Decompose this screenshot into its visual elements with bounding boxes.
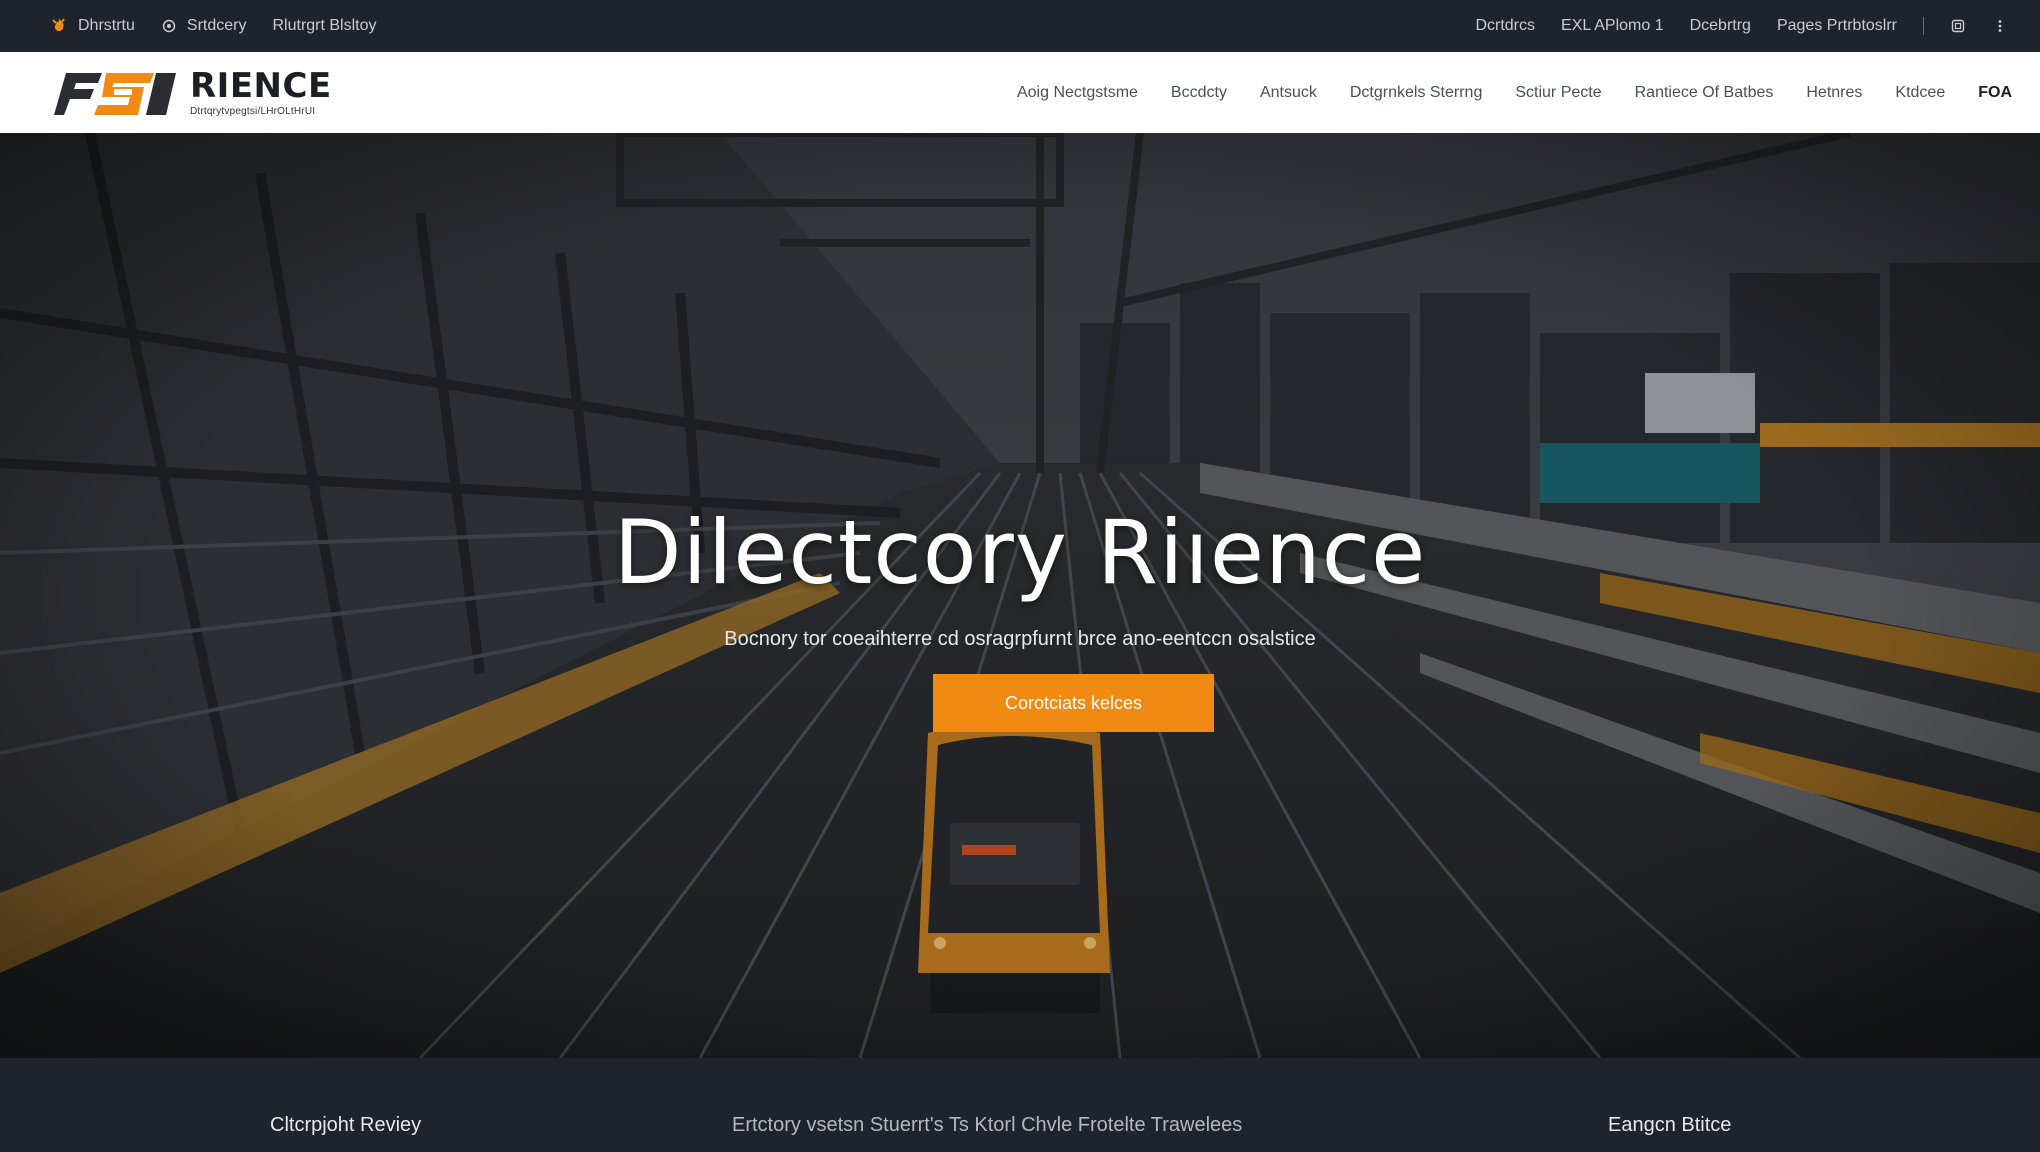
hero-cta-button[interactable]: Corotciats kelces xyxy=(933,674,1214,732)
utility-right-link-1[interactable]: Dcrtdrcs xyxy=(1475,17,1535,35)
footer-strip: Cltcrpjoht Reviey Ertctory vsetsn Stuerr… xyxy=(0,1058,2040,1152)
utility-link-1[interactable]: Dhrstrtu xyxy=(50,17,135,35)
hero-subtitle: Bocnory tor coeaihterre cd osragrpfurnt … xyxy=(724,628,1316,650)
logo-tagline: Dtrtqrytvpegtsi/LHrOLtHrUI xyxy=(190,105,316,117)
utility-left: Dhrstrtu Srtdcery Rlutrgrt Blsltoy xyxy=(50,17,377,35)
footer-link-3[interactable]: Eangcn Btitce xyxy=(1608,1114,1731,1137)
utility-link-label: Srtdcery xyxy=(186,17,247,34)
footer-link-2[interactable]: Ertctory vsetsn Stuerrt's Ts Ktorl Chvle… xyxy=(732,1114,1242,1137)
more-icon[interactable] xyxy=(1992,18,2008,34)
main-nav: Aoig Nectgstsme Bccdcty Antsuck Dctgrnke… xyxy=(1017,84,2012,102)
utility-link-label: Dhrstrtu xyxy=(78,17,135,34)
logo-name: RIENCE xyxy=(190,65,332,106)
utility-right-link-3[interactable]: Dcebrtrg xyxy=(1690,17,1751,35)
hero-section: Dilectcory Riıence Bocnory tor coeaihter… xyxy=(0,133,2040,1058)
nav-item-6[interactable]: Rantiece Of Batbes xyxy=(1635,84,1774,102)
nav-item-3[interactable]: Antsuck xyxy=(1260,84,1317,102)
hero-title: Dilectcory Riıence xyxy=(613,501,1427,604)
pin-icon xyxy=(162,19,176,33)
nav-item-7[interactable]: Hetnres xyxy=(1806,84,1862,102)
main-header: RIENCE Dtrtqrytvpegtsi/LHrOLtHrUI Aoig N… xyxy=(0,52,2040,133)
nav-item-4[interactable]: Dctgrnkels Sterrng xyxy=(1350,84,1483,102)
utility-bar: Dhrstrtu Srtdcery Rlutrgrt Blsltoy Dcrtd… xyxy=(0,0,2040,52)
logo-text: RIENCE Dtrtqrytvpegtsi/LHrOLtHrUI xyxy=(190,69,332,117)
nav-item-2[interactable]: Bccdcty xyxy=(1171,84,1227,102)
utility-link-2[interactable]: Srtdcery xyxy=(161,17,247,35)
utility-right-link-2[interactable]: EXL APlomo 1 xyxy=(1561,17,1664,35)
utility-right: Dcrtdrcs EXL APlomo 1 Dcebrtrg Pages Prt… xyxy=(1475,17,2008,35)
logo-mark-icon xyxy=(54,72,176,115)
footer-link-1[interactable]: Cltcrpjoht Reviey xyxy=(270,1114,421,1137)
utility-right-link-4[interactable]: Pages Prtrbtoslrr xyxy=(1777,17,1897,35)
nav-item-8[interactable]: Ktdcee xyxy=(1895,84,1945,102)
nav-item-faq[interactable]: FOA xyxy=(1978,84,2012,102)
utility-divider xyxy=(1923,17,1924,35)
window-icon[interactable] xyxy=(1950,18,1966,34)
utility-link-label: Rlutrgrt Blsltoy xyxy=(272,17,377,34)
nav-item-1[interactable]: Aoig Nectgstsme xyxy=(1017,84,1138,102)
nav-item-5[interactable]: Sctiur Pecte xyxy=(1515,84,1601,102)
site-logo[interactable]: RIENCE Dtrtqrytvpegtsi/LHrOLtHrUI xyxy=(54,67,332,119)
utility-link-3[interactable]: Rlutrgrt Blsltoy xyxy=(272,17,376,35)
flame-icon xyxy=(52,18,65,31)
